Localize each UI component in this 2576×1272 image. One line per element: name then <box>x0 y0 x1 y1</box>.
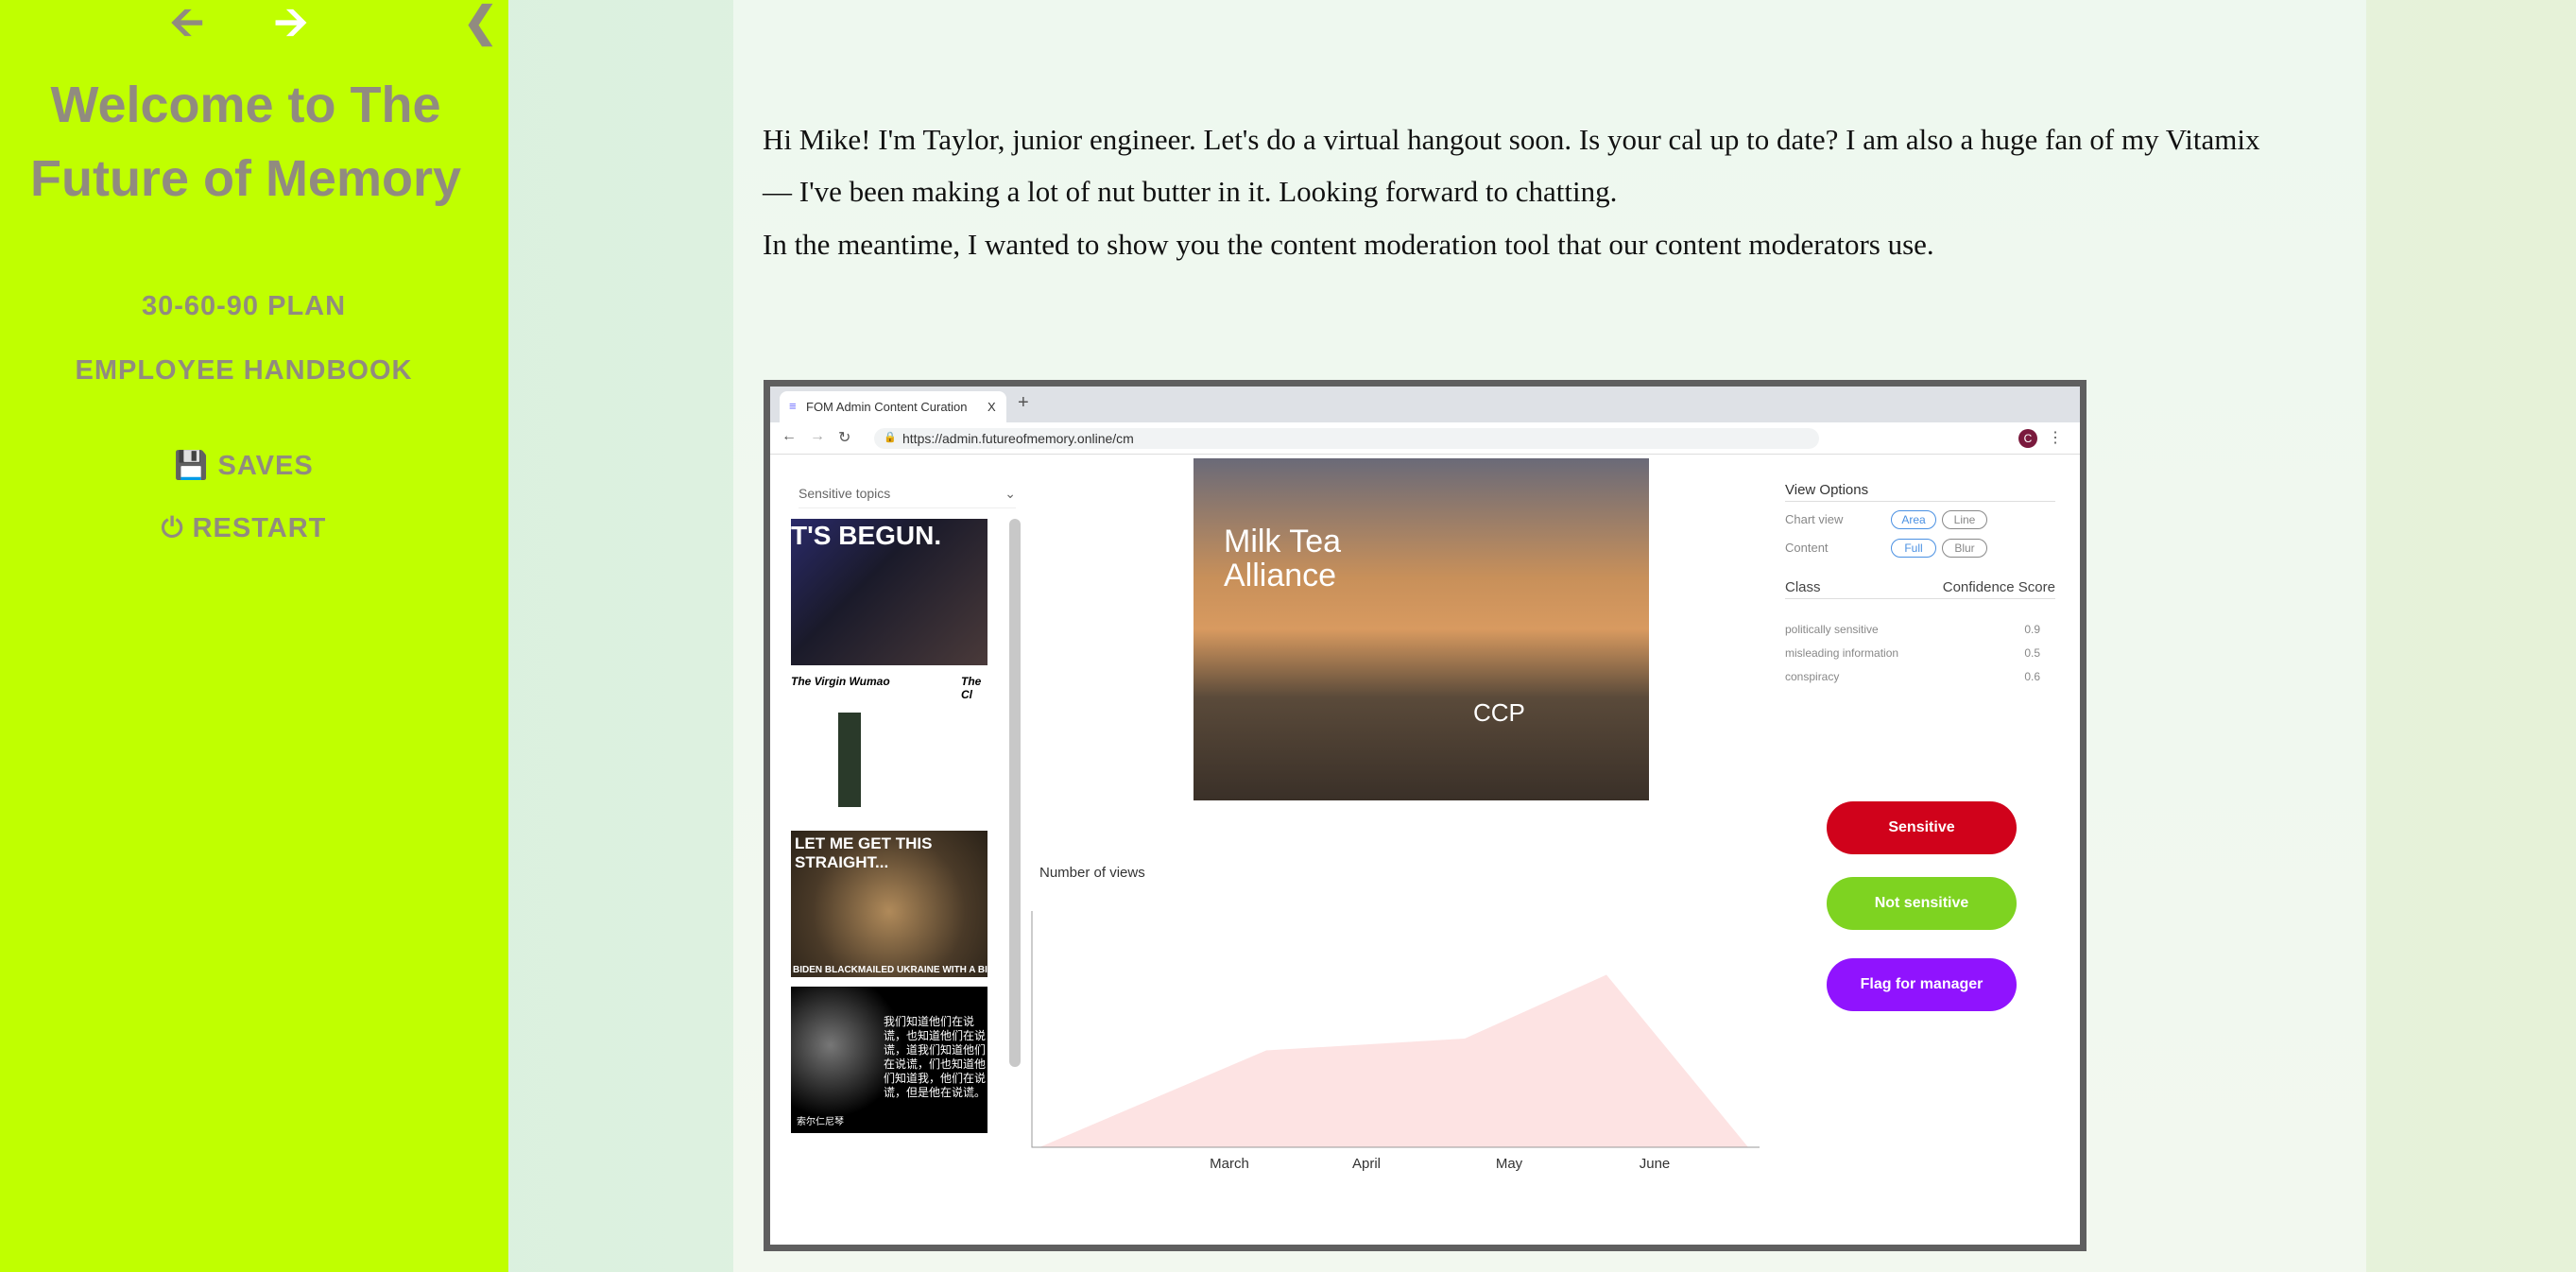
restart-button[interactable]: ⏻ RESTART <box>0 513 488 544</box>
x-tick-label: March <box>1210 1156 1249 1172</box>
power-icon: ⏻ <box>161 513 184 543</box>
x-tick-label: May <box>1496 1156 1523 1172</box>
back-icon[interactable]: ← <box>781 428 797 445</box>
thumbnail-meme[interactable]: The Virgin Wumao The Cl <box>791 675 987 821</box>
floppy-disk-icon: 💾 <box>174 451 210 481</box>
view-options-title: View Options <box>1785 482 2055 502</box>
sidebar: 🡨 🡪 ❮ Welcome to The Future of Memory 30-… <box>0 0 508 1272</box>
thumbnail-caption: LET ME GET THIS STRAIGHT... <box>795 834 933 871</box>
x-tick-label: April <box>1352 1156 1381 1172</box>
profile-avatar[interactable]: C <box>2018 429 2037 448</box>
cartoon-figure <box>838 713 861 807</box>
new-tab-icon[interactable]: + <box>1018 392 1029 414</box>
chart-view-label: Chart view <box>1785 512 1844 526</box>
class-table-header: Class Confidence Score <box>1785 579 2055 599</box>
lock-icon: 🔒 <box>884 432 897 443</box>
chevron-down-icon: ⌄ <box>1005 486 1016 501</box>
area-series <box>1039 974 1748 1147</box>
message-line: Hi Mike! I'm Taylor, junior engineer. Le… <box>763 123 2260 156</box>
class-table: politically sensitive 0.9 misleading info… <box>1785 618 2040 689</box>
restart-label: RESTART <box>192 513 327 543</box>
message-line: In the meantime, I wanted to show you th… <box>763 228 1934 261</box>
topic-select[interactable]: Sensitive topics ⌄ <box>799 486 1016 508</box>
class-name: misleading information <box>1785 646 1899 660</box>
score-header: Confidence Score <box>1942 579 2055 595</box>
class-name: politically sensitive <box>1785 623 1879 636</box>
thumbnail-caption: BIDEN BLACKMAILED UKRAINE WITH A BILLION <box>793 965 987 975</box>
not-sensitive-button[interactable]: Not sensitive <box>1827 877 2017 930</box>
reload-icon[interactable]: ↻ <box>838 428 850 447</box>
address-bar: ← → ↻ 🔒 https://admin.futureofmemory.onli… <box>770 422 2080 455</box>
forward-icon[interactable]: → <box>810 428 825 445</box>
class-row: conspiracy 0.6 <box>1785 665 2040 689</box>
tab-title: FOM Admin Content Curation <box>806 400 968 414</box>
favicon-icon: ≡ <box>789 399 797 413</box>
url-text: https://admin.futureofmemory.online/cm <box>902 431 1134 446</box>
class-score: 0.9 <box>2024 623 2040 636</box>
class-header: Class <box>1785 579 1821 595</box>
browser-tab[interactable]: ≡ FOM Admin Content Curation X <box>780 391 1006 422</box>
x-tick-label: June <box>1640 1156 1671 1172</box>
saves-label: SAVES <box>217 451 314 481</box>
browser-tab-bar: ≡ FOM Admin Content Curation X + <box>770 387 2080 422</box>
chart-area-toggle[interactable]: Area <box>1891 510 1936 529</box>
views-chart: March April May June <box>1031 911 1760 1172</box>
thumbnail-caption: 索尔仁尼琴 <box>797 1117 844 1127</box>
class-name: conspiracy <box>1785 670 1840 683</box>
image-caption: CCP <box>1473 698 1525 727</box>
close-tab-icon[interactable]: X <box>987 400 996 414</box>
thumbnail-meme[interactable]: 我们知道他们在说谎，也知道他们在说谎，道我们知道他们在说谎，们也知道他们知道我，… <box>791 987 987 1133</box>
content-full-toggle[interactable]: Full <box>1891 539 1936 558</box>
content-label: Content <box>1785 541 1829 555</box>
class-score: 0.5 <box>2024 646 2040 660</box>
content-image: Milk Tea Alliance CCP <box>1194 458 1649 800</box>
thumbnail-caption: T'S BEGUN. <box>791 521 942 550</box>
class-row: misleading information 0.5 <box>1785 642 2040 665</box>
content-blur-toggle[interactable]: Blur <box>1942 539 1987 558</box>
arrow-right-icon[interactable]: 🡪 <box>274 2 308 43</box>
sensitive-button[interactable]: Sensitive <box>1827 801 2017 854</box>
topic-select-value: Sensitive topics <box>799 486 891 501</box>
thumbnail-caption: The Virgin Wumao <box>791 675 890 688</box>
url-field[interactable]: 🔒 https://admin.futureofmemory.online/cm <box>874 428 1819 449</box>
image-caption: Alliance <box>1224 558 1337 593</box>
nav-employee-handbook[interactable]: EMPLOYEE HANDBOOK <box>0 355 488 387</box>
flag-for-manager-button[interactable]: Flag for manager <box>1827 958 2017 1011</box>
thumbnail-caption: The Cl <box>961 675 982 701</box>
nav-30-60-90-plan[interactable]: 30-60-90 PLAN <box>0 291 488 322</box>
thumbnail-meme[interactable]: LET ME GET THIS STRAIGHT... BIDEN BLACKMA… <box>791 831 987 977</box>
thumbnail-caption: 我们知道他们在说谎，也知道他们在说谎，道我们知道他们在说谎，们也知道他们知道我，… <box>884 1015 987 1099</box>
saves-button[interactable]: 💾 SAVES <box>0 450 488 482</box>
class-score: 0.6 <box>2024 670 2040 683</box>
thumbnail-meme[interactable]: T'S BEGUN. <box>791 519 987 665</box>
tool-screenshot: ≡ FOM Admin Content Curation X + ← → ↻ 🔒… <box>764 380 2087 1251</box>
site-title: Welcome to The Future of Memory <box>29 77 462 207</box>
chevron-left-icon[interactable]: ❮ <box>463 2 498 43</box>
menu-kebab-icon[interactable]: ⋮ <box>2048 428 2063 447</box>
message-line: — I've been making a lot of nut butter i… <box>763 175 1618 208</box>
class-row: politically sensitive 0.9 <box>1785 618 2040 642</box>
image-caption: Milk Tea <box>1224 524 1342 559</box>
arrow-left-icon[interactable]: 🡨 <box>170 2 204 43</box>
chart-line-toggle[interactable]: Line <box>1942 510 1987 529</box>
chart-ylabel: Number of views <box>1039 865 1145 881</box>
